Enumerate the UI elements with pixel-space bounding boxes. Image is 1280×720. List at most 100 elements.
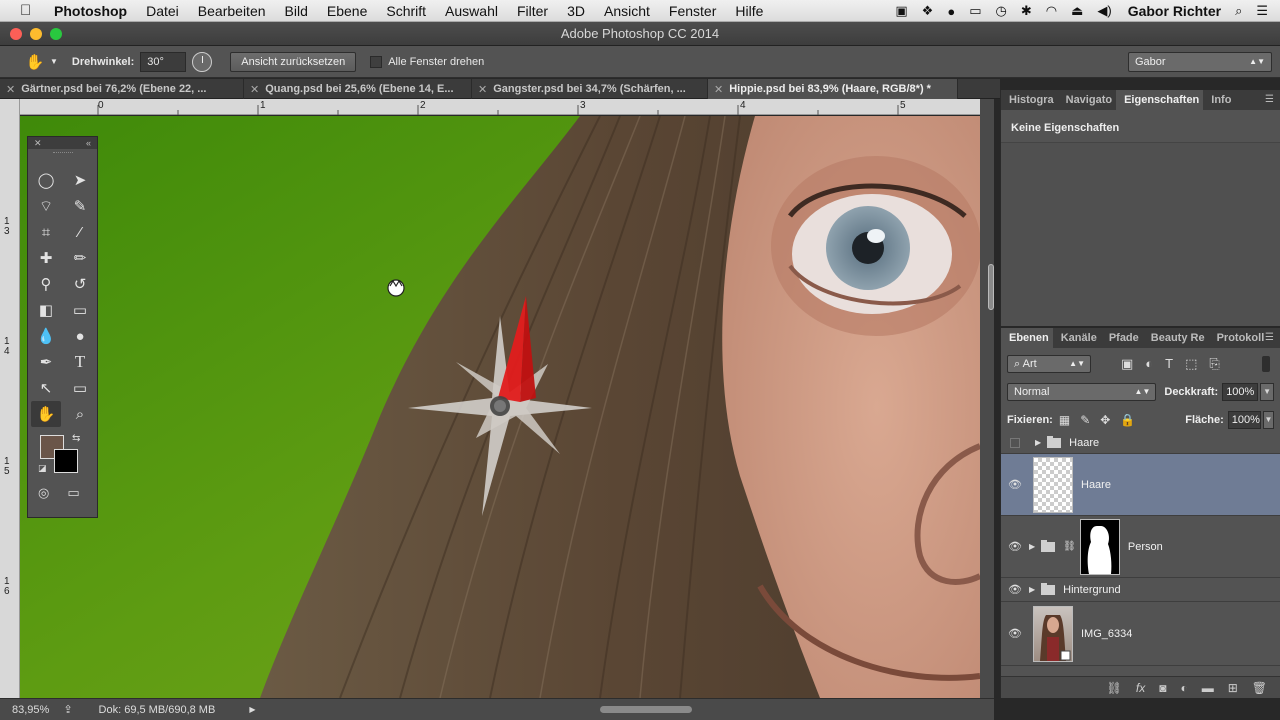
dropbox-icon[interactable]: ❖: [922, 3, 934, 19]
tab-properties[interactable]: Eigenschaften: [1116, 90, 1204, 110]
zoom-level[interactable]: 83,95%: [12, 704, 49, 716]
close-tab-icon[interactable]: ✕: [250, 83, 259, 96]
ruler-horizontal[interactable]: 0 1 2 3 4 5: [20, 99, 980, 115]
filter-adjustment-icon[interactable]: ◐: [1145, 356, 1153, 372]
ruler-vertical[interactable]: 1 3 1 4 1 5 1 6: [0, 99, 20, 699]
workspace-select[interactable]: Gabor ▲▼: [1128, 52, 1272, 72]
pen-tool-icon[interactable]: ✒: [31, 349, 61, 375]
close-panel-icon[interactable]: ✕: [34, 138, 42, 149]
menu-filter[interactable]: Filter: [517, 3, 548, 19]
crop-tool-icon[interactable]: ⌗: [31, 219, 61, 245]
menu-hilfe[interactable]: Hilfe: [735, 3, 763, 19]
fill-dropdown-icon[interactable]: ▼: [1262, 411, 1274, 429]
dodge-tool-icon[interactable]: ●: [65, 323, 95, 349]
layer-row-img-6334[interactable]: 👁 IMG_6334: [1001, 602, 1280, 666]
evernote-icon[interactable]: ●: [947, 4, 955, 19]
menu-ebene[interactable]: Ebene: [327, 3, 367, 19]
filter-pixel-icon[interactable]: ▣: [1121, 356, 1133, 372]
filter-type-icon[interactable]: T: [1165, 356, 1173, 372]
menu-bild[interactable]: Bild: [285, 3, 308, 19]
link-layers-icon[interactable]: ⛓: [1107, 681, 1122, 695]
menu-datei[interactable]: Datei: [146, 3, 179, 19]
wifi-icon[interactable]: ◠: [1046, 3, 1057, 19]
gradient-tool-icon[interactable]: ▭: [65, 297, 95, 323]
history-brush-tool-icon[interactable]: ↺: [65, 271, 95, 297]
rotate-view-tool-icon[interactable]: ✋: [31, 401, 61, 427]
add-mask-icon[interactable]: ◙: [1159, 681, 1166, 695]
layer-row-hintergrund[interactable]: 👁 ▶ Hintergrund: [1001, 578, 1280, 602]
menu-schrift[interactable]: Schrift: [386, 3, 426, 19]
tool-preset-caret-icon[interactable]: ▼: [50, 57, 58, 66]
menu-auswahl[interactable]: Auswahl: [445, 3, 498, 19]
airplay-icon[interactable]: ▭: [969, 3, 981, 19]
eye-icon[interactable]: 👁: [1001, 478, 1029, 491]
horizontal-scroll-thumb[interactable]: [600, 706, 692, 713]
fill-input[interactable]: 100%: [1227, 411, 1261, 429]
zoom-tool-icon[interactable]: ⌕: [65, 401, 95, 427]
layer-row-person[interactable]: 👁 ▶ ⛓ Person: [1001, 516, 1280, 578]
delete-layer-icon[interactable]: 🗑: [1252, 681, 1267, 695]
layer-style-icon[interactable]: fx: [1136, 681, 1145, 695]
vertical-scrollbar[interactable]: [980, 99, 994, 698]
close-tab-icon[interactable]: ✕: [714, 83, 723, 96]
layer-mask-thumbnail[interactable]: [1079, 518, 1120, 575]
lock-all-icon[interactable]: 🔒: [1120, 413, 1135, 427]
tab-beauty-retouch[interactable]: Beauty Re: [1143, 328, 1209, 348]
layer-row-haare[interactable]: 👁 Haare: [1001, 454, 1280, 516]
opacity-input[interactable]: 100%: [1222, 383, 1259, 401]
bluetooth-icon[interactable]: ✱: [1021, 3, 1032, 19]
quick-mask-icon[interactable]: ◎: [38, 485, 49, 501]
tab-hippie[interactable]: ✕ Hippie.psd bei 83,9% (Haare, RGB/8*) *: [708, 79, 958, 99]
collapse-panel-icon[interactable]: «: [86, 138, 91, 148]
layer-row-haare-group[interactable]: ▶ Haare: [1001, 432, 1280, 454]
elliptical-marquee-tool-icon[interactable]: ◯: [31, 167, 61, 193]
eye-icon[interactable]: 👁: [1001, 583, 1029, 596]
close-tab-icon[interactable]: ✕: [6, 83, 15, 96]
filter-smart-object-icon[interactable]: ⎘: [1209, 356, 1219, 372]
menu-bearbeiten[interactable]: Bearbeiten: [198, 3, 266, 19]
tab-navigator[interactable]: Navigato: [1058, 90, 1116, 110]
minimize-window-button[interactable]: [30, 28, 42, 40]
rotate-view-tool-preset-icon[interactable]: ✋: [24, 51, 46, 73]
zoom-window-button[interactable]: [50, 28, 62, 40]
panel-menu-icon[interactable]: ☰: [1265, 94, 1274, 105]
apple-menu-icon[interactable]: : [20, 2, 42, 19]
screen-mode-icon[interactable]: ▭: [67, 485, 79, 501]
default-colors-icon[interactable]: ◪: [38, 463, 47, 474]
panel-menu-icon[interactable]: ☰: [1265, 332, 1274, 343]
twirl-arrow-icon[interactable]: ▶: [1029, 585, 1035, 594]
tab-channels[interactable]: Kanäle: [1053, 328, 1101, 348]
volume-icon[interactable]: ◀): [1097, 3, 1111, 19]
lock-position-icon[interactable]: ✥: [1100, 413, 1110, 427]
tab-histogram[interactable]: Histogra: [1001, 90, 1058, 110]
status-menu-arrow-icon[interactable]: ▶: [249, 705, 255, 714]
menu-app-name[interactable]: Photoshop: [54, 3, 127, 19]
menu-3d[interactable]: 3D: [567, 3, 585, 19]
angle-dial-icon[interactable]: [192, 51, 213, 72]
menu-ansicht[interactable]: Ansicht: [604, 3, 650, 19]
tab-gaertner[interactable]: ✕ Gärtner.psd bei 76,2% (Ebene 22, ...: [0, 79, 244, 99]
panel-grip[interactable]: [28, 149, 97, 157]
user-name[interactable]: Gabor Richter: [1128, 3, 1221, 19]
layer-filter-select[interactable]: ⌕ Art ▲▼: [1007, 355, 1091, 373]
eyedropper-tool-icon[interactable]: ⁄: [65, 219, 95, 245]
new-layer-icon[interactable]: ⊞: [1228, 681, 1238, 695]
filter-toggle[interactable]: [1262, 356, 1270, 372]
blur-tool-icon[interactable]: 💧: [31, 323, 61, 349]
move-tool-icon[interactable]: ➤: [65, 167, 95, 193]
spotlight-search-icon[interactable]: ⌕: [1235, 3, 1242, 19]
notification-list-icon[interactable]: ☰: [1256, 3, 1268, 19]
opacity-dropdown-icon[interactable]: ▼: [1260, 383, 1274, 401]
share-icon[interactable]: ⇪: [63, 703, 72, 716]
reset-view-button[interactable]: Ansicht zurücksetzen: [230, 51, 357, 72]
tab-info[interactable]: Info: [1203, 90, 1235, 110]
swap-colors-icon[interactable]: ⇆: [72, 433, 80, 444]
rotate-all-windows-checkbox[interactable]: [370, 55, 383, 68]
polygonal-lasso-tool-icon[interactable]: ⌔: [31, 193, 61, 219]
new-group-icon[interactable]: ▬: [1202, 681, 1214, 695]
quick-selection-tool-icon[interactable]: ✎: [65, 193, 95, 219]
adjustment-layer-icon[interactable]: ◐: [1180, 681, 1187, 695]
screen-icon[interactable]: ▣: [895, 3, 907, 19]
lock-transparent-icon[interactable]: ▦: [1059, 413, 1070, 427]
close-window-button[interactable]: [10, 28, 22, 40]
